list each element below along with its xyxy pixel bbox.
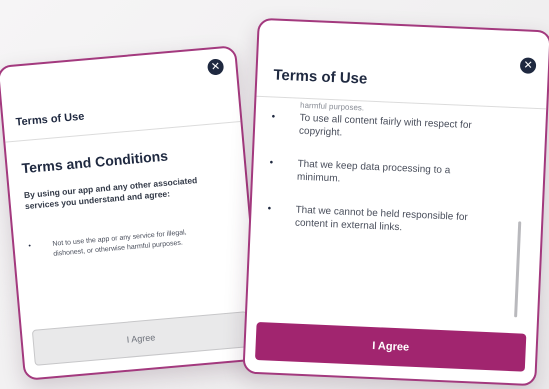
bullet-icon: •	[267, 203, 272, 215]
terms-list: • To use all content fairly with respect…	[266, 110, 498, 258]
agree-button[interactable]: I Agree	[254, 321, 527, 372]
list-item: • That we cannot be held responsible for…	[267, 202, 494, 238]
bullet-icon: •	[269, 157, 274, 169]
list-item-text: Not to use the app or any service for il…	[52, 229, 187, 258]
stage: ✕ Terms of Use Terms and Conditions By u…	[0, 0, 549, 389]
terms-dialog-initial: ✕ Terms of Use Terms and Conditions By u…	[0, 45, 264, 381]
agree-button-disabled[interactable]: I Agree	[31, 311, 251, 366]
dialog-title: Terms of Use	[273, 66, 368, 88]
list-item-text: To use all content fairly with respect f…	[298, 112, 472, 139]
faded-text: harmful purposes.	[299, 100, 365, 113]
list-item: • Not to use the app or any service for …	[28, 226, 209, 262]
list-item-text: That we keep data processing to a minimu…	[296, 158, 451, 185]
intro-text: By using our app and any other associate…	[23, 175, 198, 212]
list-item: • To use all content fairly with respect…	[271, 110, 498, 146]
terms-dialog-scrolled: ✕ Terms of Use harmful purposes. • To us…	[242, 17, 549, 387]
dialog-title: Terms of Use	[15, 110, 85, 129]
scrollbar[interactable]	[514, 221, 522, 318]
terms-list: • Not to use the app or any service for …	[28, 226, 209, 262]
close-icon[interactable]: ✕	[206, 58, 225, 76]
bullet-icon: •	[28, 242, 32, 250]
list-item: • That we keep data processing to a mini…	[269, 156, 496, 192]
section-heading: Terms and Conditions	[20, 147, 169, 177]
bullet-icon: •	[271, 111, 276, 123]
list-item-text: That we cannot be held responsible for c…	[294, 204, 468, 234]
close-icon[interactable]: ✕	[519, 57, 537, 74]
